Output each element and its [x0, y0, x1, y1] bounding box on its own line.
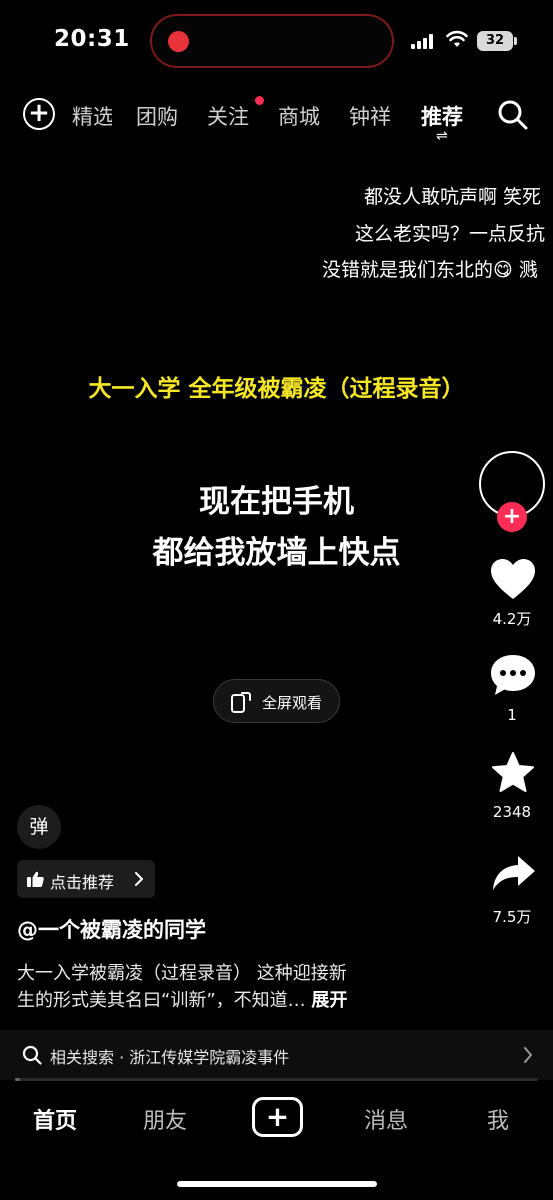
- tab-group-buy[interactable]: 团购: [136, 101, 178, 131]
- tab-mall[interactable]: 商城: [278, 101, 320, 131]
- favorite-count: 2348: [492, 803, 532, 821]
- comment-icon[interactable]: [488, 652, 538, 698]
- related-search-bar[interactable]: 相关搜索 · 浙江传媒学院霸凌事件: [0, 1030, 553, 1080]
- tab-recommend[interactable]: 推荐: [421, 101, 463, 131]
- tab-following[interactable]: 关注: [207, 101, 249, 131]
- fullscreen-button[interactable]: 全屏观看: [213, 679, 340, 723]
- search-icon: [22, 1045, 42, 1065]
- status-time: 20:31: [54, 26, 130, 52]
- cellular-signal-icon: [411, 33, 437, 49]
- tab-local[interactable]: 钟祥: [349, 101, 391, 131]
- video-progress-fill: [15, 1078, 21, 1081]
- home-indicator: [177, 1181, 377, 1187]
- video-description-text: 生的形式美其名曰“训新”，不知道…: [17, 990, 306, 1011]
- video-description-line1: 大一入学被霸凌（过程录音） 这种迎接新: [17, 963, 347, 984]
- fullscreen-label: 全屏观看: [262, 694, 323, 712]
- video-description-line2: 生的形式美其名曰“训新”，不知道… 展开: [17, 986, 347, 1012]
- video-subtitle-line2: 都给我放墙上快点: [152, 535, 401, 571]
- author-name[interactable]: @一个被霸凌的同学: [17, 914, 206, 944]
- search-icon[interactable]: [497, 99, 529, 131]
- recommend-label: 点击推荐: [50, 873, 115, 892]
- swap-icon: ⇌: [436, 128, 448, 144]
- thumbs-up-icon: [27, 871, 44, 887]
- video-title-overlay: 大一入学 全年级被霸凌（过程录音）: [88, 376, 465, 402]
- battery-tip: [514, 37, 517, 45]
- danmaku-comment: 没错就是我们东北的😋 溅: [322, 259, 538, 281]
- like-count: 4.2万: [492, 610, 532, 628]
- nav-me[interactable]: 我: [487, 1103, 509, 1135]
- notification-dot: [255, 96, 264, 105]
- battery-icon: 32: [477, 31, 513, 51]
- video-progress-bar[interactable]: [15, 1078, 538, 1081]
- favorite-star-icon[interactable]: [490, 751, 536, 795]
- chevron-right-icon: [524, 1047, 532, 1063]
- recommend-button[interactable]: 点击推荐: [17, 860, 155, 898]
- tab-featured[interactable]: 精选: [72, 101, 112, 131]
- video-subtitle-line1: 现在把手机: [199, 484, 354, 520]
- comment-count: 1: [507, 706, 517, 724]
- heart-icon[interactable]: [489, 557, 537, 601]
- nav-home[interactable]: 首页: [33, 1103, 77, 1135]
- dynamic-island: [150, 14, 394, 68]
- add-icon[interactable]: +: [23, 98, 55, 130]
- chevron-right-icon: [135, 872, 143, 886]
- nav-messages[interactable]: 消息: [364, 1103, 408, 1135]
- nav-friends[interactable]: 朋友: [143, 1103, 187, 1135]
- create-button[interactable]: +: [252, 1097, 303, 1137]
- rotate-screen-icon: [231, 692, 251, 713]
- related-search-text: 相关搜索 · 浙江传媒学院霸凌事件: [50, 1048, 290, 1067]
- expand-button[interactable]: 展开: [311, 990, 347, 1011]
- share-count: 7.5万: [492, 908, 532, 926]
- follow-plus-icon[interactable]: +: [497, 502, 527, 532]
- danmaku-comment: 都没人敢吭声啊 笑死: [364, 186, 542, 208]
- share-icon[interactable]: [491, 853, 537, 893]
- wifi-icon: [446, 30, 468, 47]
- screen-recording-icon: [168, 31, 189, 52]
- danmaku-comment: 这么老实吗？一点反抗: [355, 223, 546, 245]
- danmaku-toggle-button[interactable]: 弹: [17, 805, 61, 849]
